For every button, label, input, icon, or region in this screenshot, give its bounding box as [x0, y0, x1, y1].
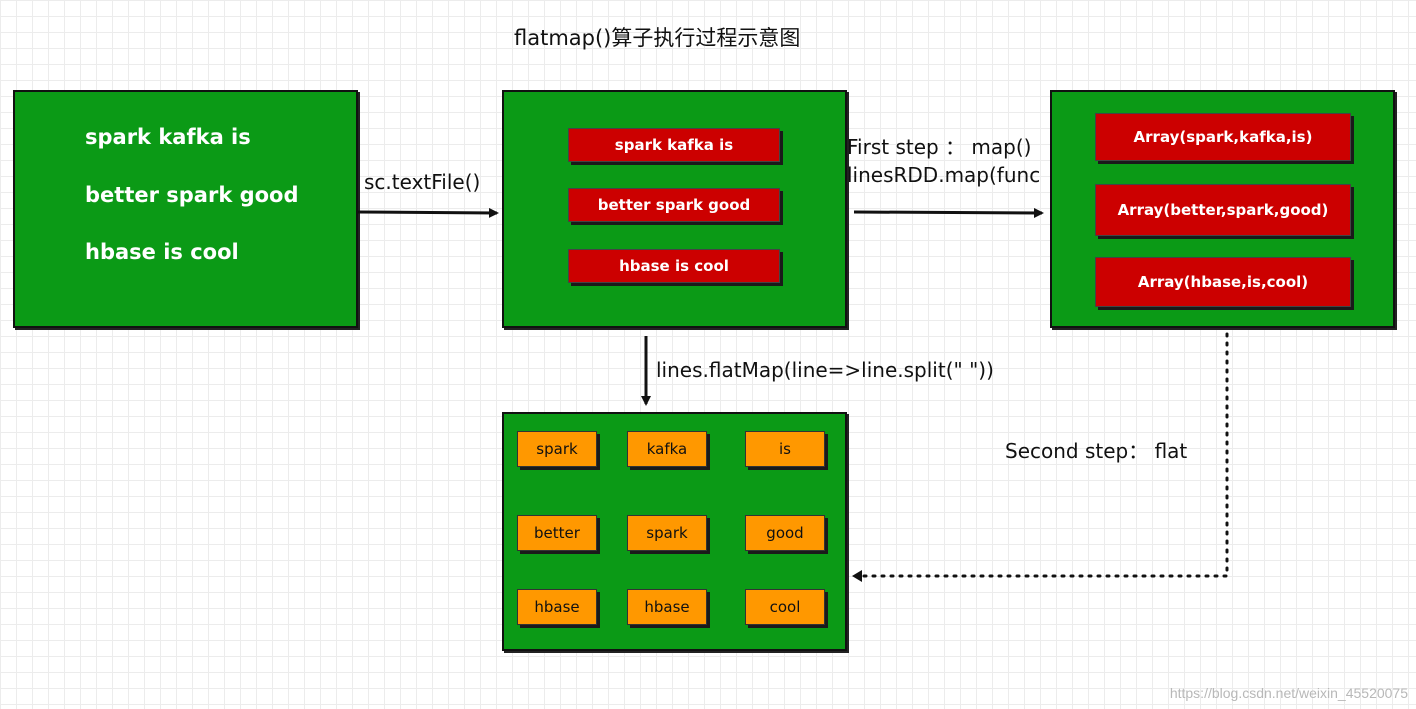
- watermark: https://blog.csdn.net/weixin_45520075: [1169, 685, 1408, 701]
- arrow-flat-head: [852, 570, 862, 582]
- label-textfile: sc.textFile(): [364, 170, 481, 194]
- arrows-layer: [357, 207, 1229, 582]
- label-first-step: First step ： map(): [847, 135, 1032, 159]
- arrow-textfile: [357, 207, 499, 218]
- arrow-map: [853, 207, 1044, 218]
- label-flatmap-call: lines.flatMap(line=>line.split(" ")): [656, 358, 994, 382]
- label-second-step: Second step： flat: [1005, 439, 1188, 463]
- label-map-func: linesRDD.map(func: [847, 163, 1041, 187]
